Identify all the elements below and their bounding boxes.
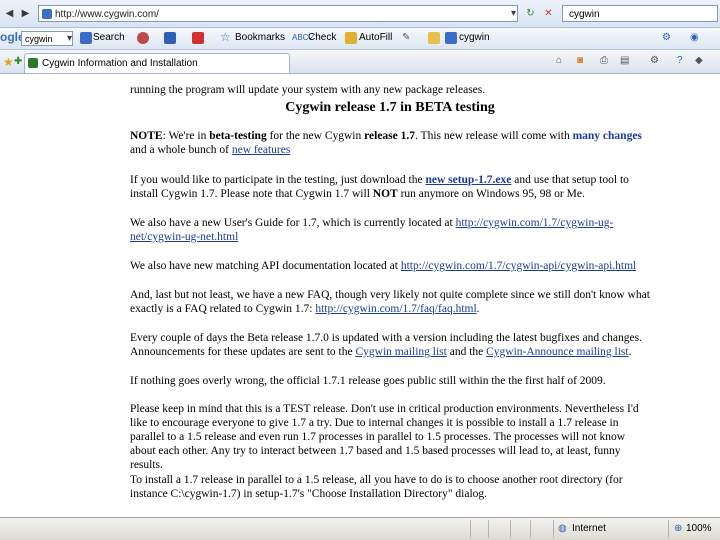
parallel-install-paragraph: To install a 1.7 release in parallel to … — [130, 474, 623, 500]
plus-icon[interactable] — [164, 32, 176, 44]
url-text: http://www.cygwin.com/ — [55, 9, 159, 20]
note-paragraph: NOTE: We're in beta-testing for the new … — [130, 129, 650, 157]
research-icon[interactable]: ◆ — [695, 55, 703, 66]
autofill-button[interactable]: AutoFill — [359, 32, 392, 43]
download-text-3: run anymore on Windows 95, 98 or Me. — [397, 188, 585, 200]
download-paragraph: If you would like to participate in the … — [130, 173, 650, 201]
status-divider — [510, 520, 511, 538]
tab-bar: ★ ✚ Cygwin Information and Installation … — [0, 50, 720, 74]
note-text-3: . This new release will come with — [415, 130, 573, 142]
status-divider — [488, 520, 489, 538]
cygwin-search-icon[interactable] — [445, 32, 457, 44]
zoom-level[interactable]: 100% — [686, 523, 712, 534]
status-bar: ◍ Internet ⊕ 100% — [0, 517, 720, 540]
help-icon[interactable]: ? — [677, 55, 683, 66]
feeds-icon[interactable]: ◙ — [577, 55, 583, 66]
api-text: We also have new matching API documentat… — [130, 260, 401, 272]
faq-paragraph: And, last but not least, we have a new F… — [130, 289, 650, 315]
back-icon[interactable]: ◀ — [2, 5, 17, 22]
refresh-icon[interactable]: ↻ — [523, 5, 538, 22]
wrench-icon[interactable]: ✎ — [402, 32, 410, 43]
top-partial-text: running the program will update your sys… — [130, 84, 486, 96]
note-text-2: for the new Cygwin — [266, 130, 365, 142]
page-heading: Cygwin release 1.7 in BETA testing — [285, 100, 495, 115]
favorites-star-icon[interactable]: ★ — [3, 55, 14, 69]
highlighter-icon[interactable] — [428, 32, 440, 44]
updates-paragraph: Every couple of days the Beta release 1.… — [130, 332, 642, 358]
status-divider — [553, 520, 554, 538]
announce-list-link[interactable]: Cygwin-Announce mailing list — [486, 346, 628, 358]
note-release: release 1.7 — [364, 130, 416, 142]
home-icon[interactable]: ⌂ — [556, 55, 562, 66]
globe-icon: ◍ — [558, 523, 567, 534]
status-divider — [470, 520, 471, 538]
updates-text-2: and the — [446, 346, 487, 358]
tab-title: Cygwin Information and Installation — [42, 58, 198, 69]
address-toolbar: ◀ ▶ http://www.cygwin.com/ ▾ ↻ ✕ cygwin — [0, 0, 720, 28]
tools-menu-icon[interactable]: ⚙ — [650, 55, 659, 66]
search-input[interactable]: cygwin — [562, 5, 718, 22]
cygwin-favicon-icon — [28, 58, 38, 68]
download-not: NOT — [372, 188, 398, 200]
mailing-list-link[interactable]: Cygwin mailing list — [355, 346, 446, 358]
page-content: running the program will update your sys… — [0, 75, 720, 517]
url-input[interactable]: http://www.cygwin.com/ — [38, 5, 518, 22]
page-icon — [42, 9, 52, 19]
note-many-changes: many changes — [572, 130, 642, 142]
note-text-4: and a whole bunch of — [130, 144, 232, 156]
setup-link[interactable]: new setup-1.7.exe — [425, 174, 511, 186]
stop-icon[interactable]: ✕ — [541, 5, 556, 22]
faq-link[interactable]: http://cygwin.com/1.7/faq/faq.html — [315, 303, 476, 315]
forward-icon[interactable]: ▶ — [18, 5, 33, 22]
tab-cygwin[interactable]: Cygwin Information and Installation — [24, 53, 290, 73]
zone-label: Internet — [572, 523, 606, 534]
print-icon[interactable]: ⎙ — [600, 55, 608, 66]
settings-icon[interactable]: ⚙ — [662, 32, 671, 43]
bookmarks-button[interactable]: Bookmarks — [235, 32, 285, 43]
api-link[interactable]: http://cygwin.com/1.7/cygwin-api/cygwin-… — [401, 260, 636, 272]
note-beta: beta-testing — [209, 130, 267, 142]
pagerank-icon[interactable] — [137, 32, 149, 44]
note-text-1: : We're in — [162, 130, 210, 142]
zoom-icon[interactable]: ⊕ — [674, 523, 682, 534]
google-search-dropdown-icon[interactable]: ▾ — [62, 31, 77, 46]
release-schedule-paragraph: If nothing goes overly wrong, the offici… — [130, 375, 606, 387]
download-text-1: If you would like to participate in the … — [130, 174, 426, 186]
autofill-icon[interactable] — [345, 32, 357, 44]
status-divider — [530, 520, 531, 538]
signin-icon[interactable]: ◉ — [690, 32, 699, 43]
google-toolbar: ogle cygwin ▾ Search ☆ Bookmarks ABC✓ Ch… — [0, 28, 720, 50]
users-guide-text: We also have a new User's Guide for 1.7,… — [130, 217, 456, 229]
popup-blocker-icon[interactable] — [192, 32, 204, 44]
add-favorite-icon[interactable]: ✚ — [14, 56, 22, 67]
status-divider — [668, 520, 669, 538]
new-features-link[interactable]: new features — [232, 144, 290, 156]
api-paragraph: We also have new matching API documentat… — [130, 259, 650, 273]
cygwin-search-button[interactable]: cygwin — [459, 32, 490, 43]
users-guide-paragraph: We also have a new User's Guide for 1.7,… — [130, 216, 650, 244]
test-warning-paragraph: Please keep in mind that this is a TEST … — [130, 403, 639, 471]
google-search-button[interactable]: Search — [93, 32, 125, 43]
check-button[interactable]: Check — [308, 32, 336, 43]
note-label: NOTE — [130, 130, 163, 142]
dropdown-icon[interactable]: ▾ — [506, 5, 521, 22]
page-menu-icon[interactable]: ▤ — [620, 55, 629, 66]
google-search-icon[interactable] — [80, 32, 92, 44]
bookmarks-star-icon[interactable]: ☆ — [220, 30, 231, 44]
